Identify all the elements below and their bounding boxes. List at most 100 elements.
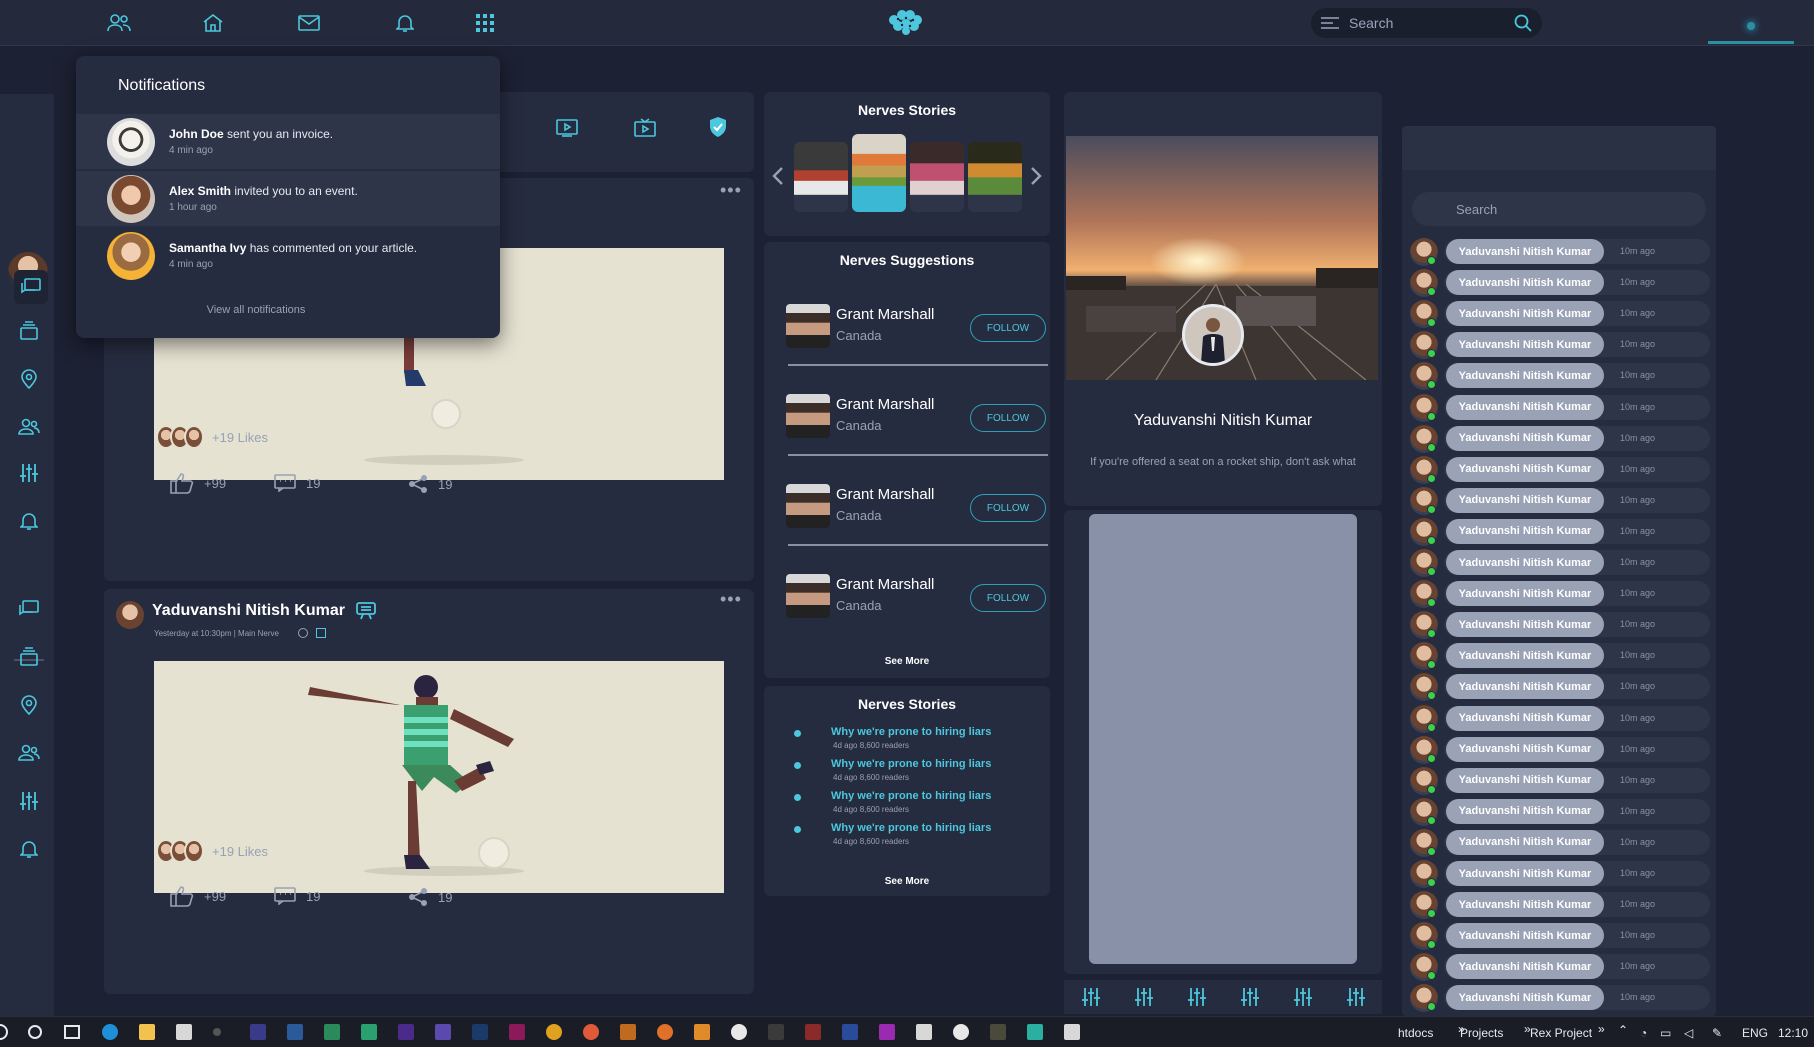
story-thumbnail[interactable] — [852, 134, 906, 212]
contact-name[interactable]: Yaduvanshi Nitish Kumar — [1446, 861, 1604, 886]
notification-item[interactable]: Samantha Ivy has commented on your artic… — [76, 228, 500, 283]
contact-row[interactable]: Yaduvanshi Nitish Kumar 10m ago — [1408, 891, 1712, 920]
profile-avatar[interactable] — [1182, 304, 1244, 366]
contact-name[interactable]: Yaduvanshi Nitish Kumar — [1446, 456, 1604, 482]
suggestion-name[interactable]: Grant Marshall — [836, 576, 934, 593]
follow-button[interactable]: FOLLOW — [970, 314, 1046, 342]
file-explorer-icon[interactable] — [139, 1024, 155, 1040]
more-options-icon[interactable]: ••• — [720, 180, 742, 201]
illustrator-icon[interactable] — [620, 1024, 636, 1040]
search-icon[interactable] — [1514, 14, 1532, 32]
contact-row[interactable]: Yaduvanshi Nitish Kumar 10m ago — [1408, 549, 1712, 577]
contact-name[interactable]: Yaduvanshi Nitish Kumar — [1446, 581, 1604, 607]
bell-icon[interactable] — [16, 836, 42, 862]
likes-summary[interactable]: +19 Likes — [156, 839, 268, 863]
contact-name[interactable]: Yaduvanshi Nitish Kumar — [1446, 239, 1604, 264]
like-button[interactable]: +99 — [170, 472, 226, 494]
suggestion-name[interactable]: Grant Marshall — [836, 486, 934, 503]
contact-row[interactable]: Yaduvanshi Nitish Kumar 10m ago — [1408, 735, 1712, 764]
story-title[interactable]: Why we're prone to hiring liars — [831, 726, 991, 738]
location-pin-icon[interactable] — [16, 692, 42, 718]
app-icon[interactable] — [768, 1024, 784, 1040]
battery-icon[interactable]: ▭ — [1660, 1026, 1671, 1040]
bell-icon[interactable] — [16, 508, 42, 534]
search-icon[interactable] — [28, 1025, 42, 1039]
contact-row[interactable]: Yaduvanshi Nitish Kumar 10m ago — [1408, 766, 1712, 795]
contact-name[interactable]: Yaduvanshi Nitish Kumar — [1446, 923, 1604, 949]
xd-icon[interactable] — [509, 1024, 525, 1040]
more-options-icon[interactable]: ••• — [720, 589, 742, 610]
app-icon[interactable] — [694, 1024, 710, 1040]
brain-logo-icon[interactable] — [884, 6, 926, 38]
contact-row[interactable]: Yaduvanshi Nitish Kumar 10m ago — [1408, 860, 1712, 888]
contact-row[interactable]: Yaduvanshi Nitish Kumar 10m ago — [1408, 455, 1712, 484]
contact-name[interactable]: Yaduvanshi Nitish Kumar — [1446, 550, 1604, 575]
chevron-up-icon[interactable]: ⌃ — [1618, 1023, 1628, 1037]
contact-name[interactable]: Yaduvanshi Nitish Kumar — [1446, 798, 1604, 824]
contact-row[interactable]: Yaduvanshi Nitish Kumar 10m ago — [1408, 673, 1712, 702]
cortana-icon[interactable] — [0, 1024, 8, 1040]
profile-name[interactable]: Yaduvanshi Nitish Kumar — [1064, 412, 1382, 430]
sliders-icon[interactable] — [1346, 987, 1366, 1007]
contact-name[interactable]: Yaduvanshi Nitish Kumar — [1446, 394, 1604, 420]
shield-icon[interactable] — [708, 116, 728, 138]
store-icon[interactable] — [176, 1024, 192, 1040]
contact-name[interactable]: Yaduvanshi Nitish Kumar — [1446, 767, 1604, 793]
follow-button[interactable]: FOLLOW — [970, 584, 1046, 612]
visual-studio-icon[interactable] — [435, 1024, 451, 1040]
home-icon[interactable] — [200, 10, 226, 36]
app-icon[interactable] — [953, 1024, 969, 1040]
share-button[interactable]: 19 — [408, 474, 452, 494]
chevron-left-icon[interactable] — [772, 166, 784, 186]
webstorm-icon[interactable] — [287, 1024, 303, 1040]
contact-row[interactable]: Yaduvanshi Nitish Kumar 10m ago — [1408, 300, 1712, 329]
layers-icon[interactable] — [16, 644, 42, 670]
contact-row[interactable]: Yaduvanshi Nitish Kumar 10m ago — [1408, 517, 1712, 546]
clock[interactable]: 12:10 — [1778, 1026, 1808, 1040]
avatar[interactable] — [786, 394, 830, 438]
avatar[interactable] — [786, 574, 830, 618]
contact-row[interactable]: Yaduvanshi Nitish Kumar 10m ago — [1408, 611, 1712, 640]
story-thumbnail[interactable] — [794, 142, 848, 212]
app-icon[interactable] — [990, 1024, 1006, 1040]
contact-name[interactable]: Yaduvanshi Nitish Kumar — [1446, 954, 1604, 980]
sliders-icon[interactable] — [1134, 987, 1154, 1007]
toolbar-folder[interactable]: Rex Project — [1530, 1026, 1592, 1040]
sliders-icon[interactable] — [1187, 987, 1207, 1007]
contact-row[interactable]: Yaduvanshi Nitish Kumar 10m ago — [1408, 238, 1712, 266]
contact-name[interactable]: Yaduvanshi Nitish Kumar — [1446, 612, 1604, 638]
contact-name[interactable]: Yaduvanshi Nitish Kumar — [1446, 270, 1604, 296]
contact-row[interactable]: Yaduvanshi Nitish Kumar 10m ago — [1408, 797, 1712, 826]
contact-name[interactable]: Yaduvanshi Nitish Kumar — [1446, 301, 1604, 327]
app-icon[interactable] — [583, 1024, 599, 1040]
app-icon[interactable] — [731, 1024, 747, 1040]
wifi-icon[interactable]: ◔ — [1640, 1026, 1647, 1040]
story-thumbnail[interactable] — [910, 142, 964, 212]
app-icon[interactable] — [1064, 1024, 1080, 1040]
share-button[interactable]: 19 — [408, 887, 452, 907]
contact-name[interactable]: Yaduvanshi Nitish Kumar — [1446, 363, 1604, 389]
app-icon[interactable] — [213, 1028, 221, 1036]
contact-name[interactable]: Yaduvanshi Nitish Kumar — [1446, 892, 1604, 918]
app-icon[interactable] — [842, 1024, 858, 1040]
pen-icon[interactable]: ✎ — [1712, 1026, 1722, 1040]
layers-icon[interactable] — [16, 318, 42, 344]
comment-button[interactable]: 19 — [274, 887, 320, 905]
group-icon[interactable] — [16, 414, 42, 440]
profile-status-tab[interactable] — [1708, 10, 1794, 44]
story-title[interactable]: Why we're prone to hiring liars — [831, 822, 991, 834]
contact-name[interactable]: Yaduvanshi Nitish Kumar — [1446, 705, 1604, 731]
volume-icon[interactable]: ◁ — [1684, 1026, 1693, 1040]
notification-item[interactable]: Alex Smith invited you to an event. 1 hou… — [76, 171, 500, 226]
contact-row[interactable]: Yaduvanshi Nitish Kumar 10m ago — [1408, 704, 1712, 733]
story-title[interactable]: Why we're prone to hiring liars — [831, 790, 991, 802]
see-more-link[interactable]: See More — [764, 876, 1050, 887]
toolbar-folder[interactable]: Projects — [1460, 1026, 1503, 1040]
contact-row[interactable]: Yaduvanshi Nitish Kumar 10m ago — [1408, 953, 1712, 982]
friends-icon[interactable] — [106, 10, 132, 36]
avatar[interactable] — [786, 304, 830, 348]
sliders-icon[interactable] — [16, 460, 42, 486]
apps-grid-icon[interactable] — [472, 10, 498, 36]
sliders-icon[interactable] — [1293, 987, 1313, 1007]
contact-row[interactable]: Yaduvanshi Nitish Kumar 10m ago — [1408, 984, 1712, 1013]
